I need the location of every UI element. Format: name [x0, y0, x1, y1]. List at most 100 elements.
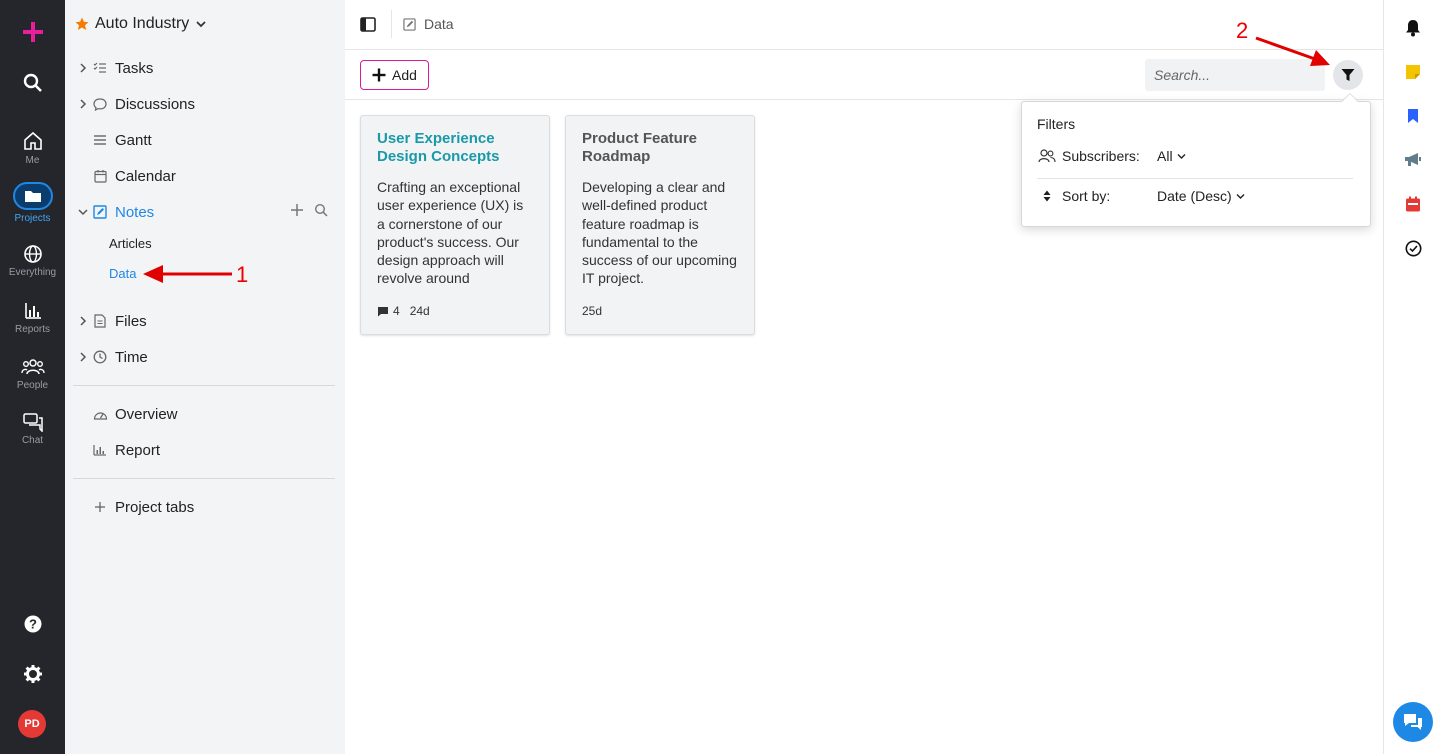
note-card-title[interactable]: Product Feature Roadmap	[582, 130, 738, 166]
comment-icon	[378, 306, 388, 316]
sidebar-subitem-data[interactable]: Data	[109, 266, 136, 281]
subscribers-dropdown[interactable]: All	[1157, 148, 1186, 164]
rail-item-me[interactable]: Me	[0, 130, 65, 166]
announcements-button[interactable]	[1403, 150, 1423, 170]
rail-item-reports[interactable]: Reports	[0, 301, 65, 335]
plus-icon	[372, 68, 386, 82]
sidebar-item-files[interactable]: Files	[75, 307, 335, 335]
sidebar-item-gantt[interactable]: Gantt	[75, 126, 335, 154]
clock-icon	[91, 350, 109, 364]
chevron-right-icon[interactable]	[75, 63, 91, 73]
people-icon	[1037, 149, 1057, 163]
bookmarks-button[interactable]	[1403, 106, 1423, 126]
sidebar-item-project-tabs[interactable]: Project tabs	[75, 493, 335, 521]
calendar-icon	[91, 169, 109, 183]
breadcrumb: Data	[391, 10, 454, 38]
speech-bubble-icon	[91, 97, 109, 111]
sort-label: Sort by:	[1062, 188, 1111, 204]
sidebar-item-label: Notes	[115, 203, 155, 221]
chevron-down-icon	[1236, 193, 1245, 199]
filters-divider	[1037, 178, 1353, 179]
notes-icon	[91, 205, 109, 219]
calendar-icon	[1406, 196, 1420, 212]
subscribers-value: All	[1157, 148, 1173, 164]
sidebar-item-discussions[interactable]: Discussions	[75, 90, 335, 118]
sidebar-item-calendar[interactable]: Calendar	[75, 162, 335, 190]
create-button[interactable]	[0, 20, 65, 44]
note-card-meta: 4 24d	[377, 304, 430, 318]
sidebar-item-time[interactable]: Time	[75, 343, 335, 371]
sidebar-item-tasks[interactable]: Tasks	[75, 54, 335, 82]
rail-label: People	[16, 380, 49, 391]
note-card-excerpt: Crafting an exceptional user experience …	[377, 179, 524, 287]
sidebar-item-label: Time	[115, 348, 148, 366]
sidebar-item-label: Gantt	[115, 131, 152, 149]
sidebar-toggle-icon[interactable]	[360, 17, 376, 32]
annotation-label-1: 1	[236, 262, 249, 287]
note-card-title[interactable]: User Experience Design Concepts	[377, 130, 533, 166]
rail-label: Projects	[14, 213, 51, 224]
note-card[interactable]: User Experience Design Concepts Crafting…	[360, 115, 550, 335]
bar-chart-icon	[24, 303, 41, 319]
help-icon: ?	[24, 615, 41, 633]
sort-dropdown[interactable]: Date (Desc)	[1157, 188, 1245, 204]
right-rail	[1383, 0, 1440, 754]
filter-button[interactable]	[1333, 60, 1363, 90]
filters-title: Filters	[1037, 116, 1076, 132]
bell-icon	[1406, 20, 1420, 37]
funnel-icon	[1341, 69, 1355, 81]
rail-item-chat[interactable]: Chat	[0, 412, 65, 446]
help-button[interactable]: ?	[0, 614, 65, 634]
note-card-excerpt: Developing a clear and well-defined prod…	[582, 179, 737, 287]
note-card-meta: 25d	[582, 304, 602, 318]
sidebar-item-report[interactable]: Report	[75, 436, 335, 464]
calendar-button[interactable]	[1403, 194, 1423, 214]
search-input[interactable]	[1145, 59, 1325, 91]
note-card[interactable]: Product Feature Roadmap Developing a cle…	[565, 115, 755, 335]
chevron-down-icon	[1177, 153, 1186, 159]
sort-filter: Sort by: Date (Desc)	[1037, 188, 1245, 204]
rail-item-everything[interactable]: Everything	[0, 244, 65, 278]
search-icon[interactable]	[314, 203, 328, 217]
people-icon	[20, 359, 45, 375]
sidebar-subitem-articles[interactable]: Articles	[109, 236, 152, 251]
timer-button[interactable]	[1403, 238, 1423, 258]
notes-icon	[403, 17, 416, 31]
sidebar-item-overview[interactable]: Overview	[75, 400, 335, 428]
add-button[interactable]: Add	[360, 60, 429, 90]
bookmark-icon	[1408, 109, 1418, 123]
sidebar-item-label: Files	[115, 312, 147, 330]
task-list-icon	[91, 62, 109, 74]
folder-icon	[24, 191, 41, 202]
megaphone-icon	[1405, 153, 1421, 166]
project-sidebar: Auto Industry Tasks Discussions Gantt Ca…	[65, 0, 345, 754]
notifications-button[interactable]	[1403, 18, 1423, 38]
chat-icon	[22, 413, 43, 432]
rail-item-projects[interactable]: Projects	[0, 182, 65, 224]
sidebar-divider	[73, 385, 335, 386]
chevron-right-icon[interactable]	[75, 99, 91, 109]
chevron-down-icon[interactable]	[75, 208, 91, 216]
check-circle-icon	[1405, 240, 1421, 256]
toolbar: Add	[345, 50, 1383, 100]
sidebar-item-label: Calendar	[115, 167, 176, 185]
sticky-notes-button[interactable]	[1403, 62, 1423, 82]
chevron-right-icon[interactable]	[75, 352, 91, 362]
sidebar-item-label: Tasks	[115, 59, 154, 77]
project-name: Auto Industry	[95, 15, 190, 32]
global-search-button[interactable]	[0, 73, 65, 93]
subscribers-label: Subscribers:	[1062, 148, 1140, 164]
gauge-icon	[91, 408, 109, 421]
search-icon	[23, 73, 42, 92]
rail-item-people[interactable]: People	[0, 357, 65, 391]
user-avatar[interactable]: PD	[18, 710, 46, 738]
project-title[interactable]: Auto Industry	[75, 15, 207, 33]
notes-actions	[290, 203, 328, 217]
plus-icon	[91, 501, 109, 513]
breadcrumb-label: Data	[424, 16, 454, 32]
chevron-right-icon[interactable]	[75, 316, 91, 326]
settings-button[interactable]	[0, 664, 65, 684]
support-chat-button[interactable]	[1393, 702, 1433, 742]
rail-label: Chat	[21, 435, 44, 446]
plus-icon[interactable]	[290, 203, 304, 217]
